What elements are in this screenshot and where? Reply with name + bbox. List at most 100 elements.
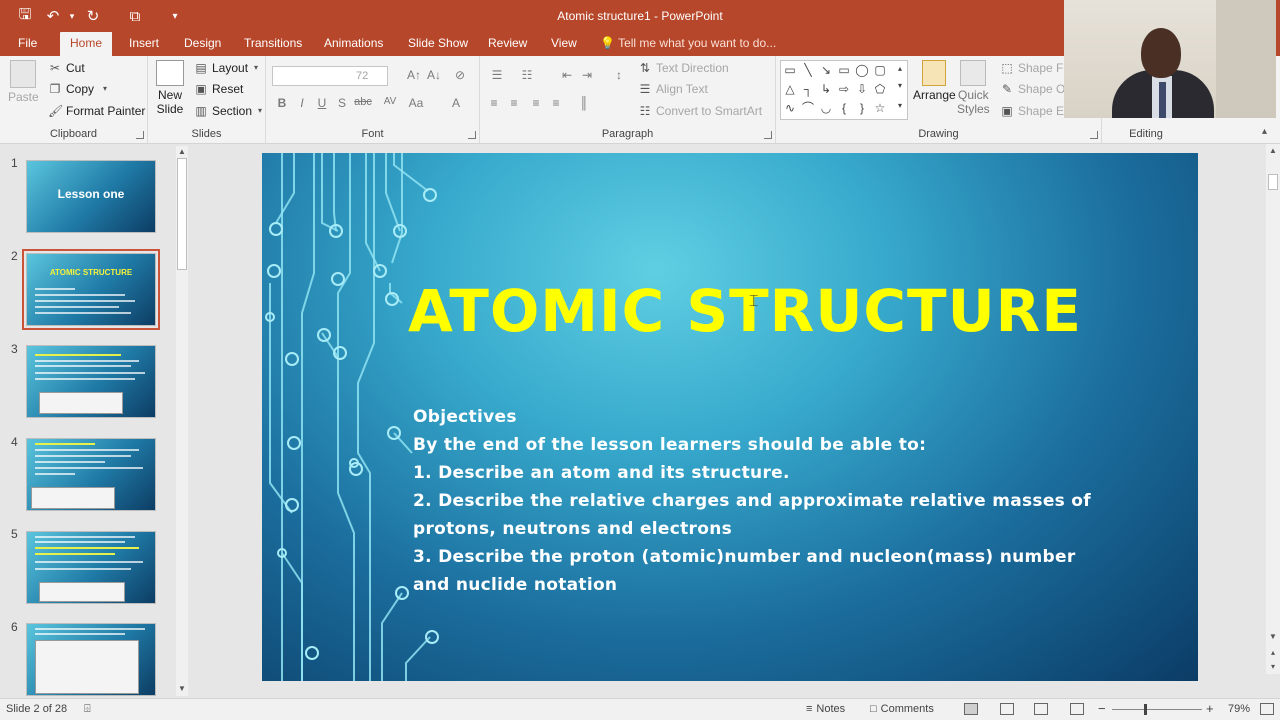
tell-me-search[interactable]: 💡 Tell me what you want to do... <box>600 32 776 56</box>
tab-review[interactable]: Review <box>484 32 531 56</box>
undo-icon[interactable]: ↶ <box>40 0 66 32</box>
elbow-connector-shape-icon[interactable]: ┐ <box>801 82 815 96</box>
change-case-button[interactable]: Aa <box>406 96 426 110</box>
scroll-down-icon[interactable]: ▼ <box>177 684 187 694</box>
redo-icon[interactable]: ↻ <box>78 0 108 32</box>
slide-thumbnail-5[interactable] <box>26 531 156 604</box>
numbering-icon[interactable]: ☷ <box>516 68 538 82</box>
dialog-launcher-icon[interactable] <box>1090 131 1098 139</box>
shape-fill-button[interactable]: ⬚ Shape Fill <box>1000 61 1071 75</box>
tab-insert[interactable]: Insert <box>125 32 163 56</box>
bullets-icon[interactable]: ☰ <box>486 68 508 82</box>
font-name-field[interactable] <box>272 66 360 86</box>
notes-button[interactable]: ≡ Notes <box>806 703 845 715</box>
text-direction-button[interactable]: ⇅ Text Direction <box>638 61 729 75</box>
down-arrow-shape-icon[interactable]: ⇩ <box>855 82 869 96</box>
increase-indent-icon[interactable]: ⇥ <box>578 68 596 82</box>
shrink-font-icon[interactable]: A↓ <box>426 68 442 82</box>
collapse-ribbon-icon[interactable]: ▴ <box>1262 126 1267 137</box>
slide-thumbnail-1[interactable]: Lesson one <box>26 160 156 233</box>
strikethrough-button[interactable]: abc <box>352 96 374 108</box>
scroll-down-icon[interactable]: ▼ <box>1268 632 1278 642</box>
tab-view[interactable]: View <box>547 32 581 56</box>
shapes-more-icon[interactable]: ▾ <box>893 99 907 113</box>
character-spacing-button[interactable]: AV <box>380 96 400 107</box>
paste-button[interactable]: Paste <box>8 60 39 104</box>
shadow-button[interactable]: S <box>334 96 350 110</box>
slide-body-text[interactable]: Objectives By the end of the lesson lear… <box>413 403 1093 599</box>
text-box-shape-icon[interactable]: ▭ <box>783 63 797 77</box>
bold-button[interactable]: B <box>274 96 290 110</box>
justify-icon[interactable]: ≡ <box>548 96 564 110</box>
previous-slide-icon[interactable]: ▴ <box>1268 648 1278 658</box>
shapes-scroll-up-icon[interactable]: ▴ <box>893 62 907 76</box>
rectangle-shape-icon[interactable]: ▭ <box>837 63 851 77</box>
elbow-arrow-shape-icon[interactable]: ↳ <box>819 82 833 96</box>
layout-button[interactable]: ▤ Layout ▾ <box>194 61 260 75</box>
slide-thumbnail-4[interactable] <box>26 438 156 511</box>
slideshow-view-icon[interactable] <box>1070 703 1084 715</box>
grow-font-icon[interactable]: A↑ <box>406 68 422 82</box>
scrollbar-thumb[interactable] <box>177 158 187 270</box>
current-slide[interactable]: ATOMIC STRUCTURE Objectives By the end o… <box>262 153 1198 681</box>
align-left-icon[interactable]: ≡ <box>486 96 502 110</box>
slide-sorter-icon[interactable] <box>1000 703 1014 715</box>
line-spacing-icon[interactable]: ↕ <box>608 68 630 82</box>
accessibility-icon[interactable]: ⌹ <box>84 703 91 716</box>
scrollbar-thumb[interactable] <box>1268 174 1278 190</box>
next-slide-icon[interactable]: ▾ <box>1268 662 1278 672</box>
italic-button[interactable]: I <box>294 96 310 110</box>
line-shape-icon[interactable]: ╲ <box>801 63 815 77</box>
slide-title[interactable]: ATOMIC STRUCTURE <box>262 277 1198 345</box>
quick-styles-button[interactable]: Quick Styles <box>957 60 990 116</box>
copy-button[interactable]: ❐ Copy ▾ <box>48 82 112 96</box>
dialog-launcher-icon[interactable] <box>468 131 476 139</box>
columns-icon[interactable]: ║ <box>576 96 592 110</box>
arrow-line-shape-icon[interactable]: ↘ <box>819 63 833 77</box>
tab-animations[interactable]: Animations <box>320 32 387 56</box>
shapes-scroll-down-icon[interactable]: ▾ <box>893 79 907 93</box>
zoom-level[interactable]: 79% <box>1228 703 1250 715</box>
slide-thumbnail-3[interactable] <box>26 345 156 418</box>
dialog-launcher-icon[interactable] <box>764 131 772 139</box>
right-arrow-shape-icon[interactable]: ⇨ <box>837 82 851 96</box>
scroll-up-icon[interactable]: ▲ <box>177 147 187 157</box>
pentagon-shape-icon[interactable]: ⬠ <box>873 82 887 96</box>
slide-thumbnail-6[interactable] <box>26 623 156 696</box>
arc-shape-icon[interactable]: ◡ <box>819 101 833 115</box>
thumbnail-scrollbar[interactable]: ▲ ▼ <box>176 146 188 696</box>
clear-format-icon[interactable]: ⊘ <box>452 68 468 82</box>
fit-slide-icon[interactable] <box>1260 703 1274 715</box>
slide-scrollbar[interactable]: ▲ ▼ ▴ ▾ <box>1266 144 1280 674</box>
reset-button[interactable]: ▣ Reset <box>194 82 243 96</box>
align-text-button[interactable]: ☰ Align Text <box>638 82 708 96</box>
present-from-start-icon[interactable]: ⧉ <box>120 0 150 32</box>
arrange-button[interactable]: Arrange <box>913 60 956 102</box>
triangle-shape-icon[interactable]: △ <box>783 82 797 96</box>
rounded-rect-shape-icon[interactable]: ▢ <box>873 63 887 77</box>
zoom-slider-thumb[interactable] <box>1144 704 1147 715</box>
shape-outline-button[interactable]: ✎ Shape Ou <box>1000 82 1072 96</box>
tab-home[interactable]: Home <box>60 32 113 56</box>
slide-thumbnail-2[interactable]: ATOMIC STRUCTURE <box>22 249 160 330</box>
align-right-icon[interactable]: ≡ <box>528 96 544 110</box>
tab-design[interactable]: Design <box>180 32 225 56</box>
normal-view-icon[interactable] <box>964 703 978 715</box>
tab-slide-show[interactable]: Slide Show <box>404 32 472 56</box>
dialog-launcher-icon[interactable] <box>136 131 144 139</box>
save-icon[interactable]: 🖫 <box>10 0 40 32</box>
align-center-icon[interactable]: ≡ <box>506 96 522 110</box>
star-shape-icon[interactable]: ☆ <box>873 101 887 115</box>
left-brace-shape-icon[interactable]: { <box>837 101 851 115</box>
font-color-button[interactable]: A <box>448 96 464 110</box>
customize-qat-icon[interactable]: ▾ <box>160 0 190 32</box>
shapes-gallery[interactable]: ▭ ╲ ↘ ▭ ◯ ▢ △ ┐ ↳ ⇨ ⇩ ⬠ ∿ ⌒ ◡ { } ☆ ▴ ▾ … <box>780 60 908 120</box>
new-slide-button[interactable]: New Slide <box>156 60 184 116</box>
zoom-out-button[interactable]: − <box>1098 701 1106 716</box>
zoom-in-button[interactable]: + <box>1206 701 1214 716</box>
scroll-up-icon[interactable]: ▲ <box>1268 146 1278 156</box>
zoom-slider[interactable] <box>1112 709 1202 710</box>
tab-file[interactable]: File <box>14 32 41 56</box>
cut-button[interactable]: ✂ Cut <box>48 61 85 75</box>
freeform-shape-icon[interactable]: ∿ <box>783 101 797 115</box>
